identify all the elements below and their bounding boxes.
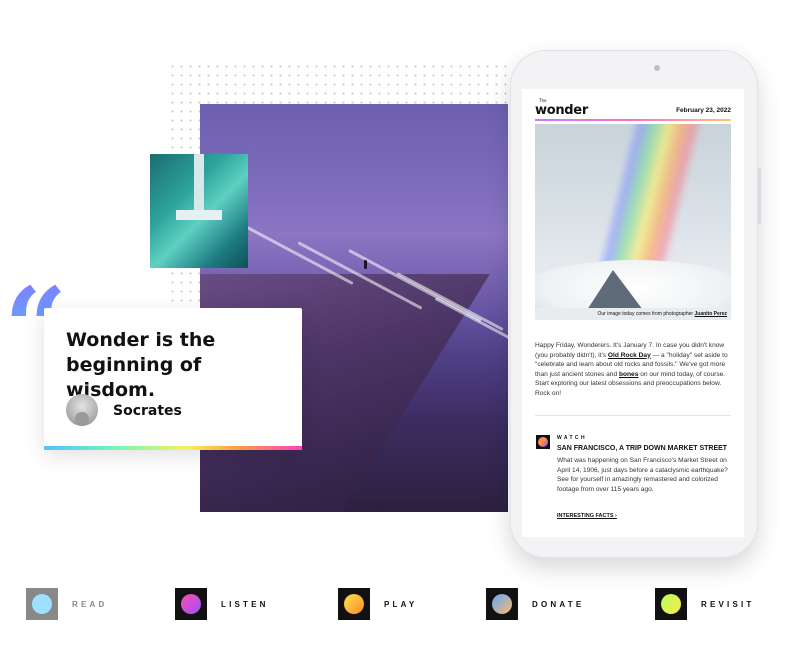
section-label: WATCH: [557, 435, 587, 441]
person-figure: [364, 260, 367, 269]
hero-caption-text: Our image today comes from photographer: [597, 311, 695, 317]
divider: [535, 415, 731, 416]
pier-aerial-image: [150, 154, 248, 268]
play-icon: [338, 588, 370, 620]
nav-label-read: READ: [72, 599, 108, 609]
old-rock-day-link[interactable]: Old Rock Day: [608, 352, 651, 359]
nav-label-donate: DONATE: [532, 599, 585, 609]
nav-item-revisit[interactable]: REVISIT: [655, 586, 755, 622]
section-title[interactable]: SAN FRANCISCO, A TRIP DOWN MARKET STREET: [557, 445, 735, 452]
camera-dot: [654, 65, 660, 71]
photographer-link[interactable]: Juanito Perez: [694, 311, 727, 317]
nav-item-donate[interactable]: DONATE: [486, 586, 584, 622]
nav-label-play: PLAY: [384, 599, 418, 609]
watch-icon: [536, 435, 550, 449]
gradient-bar: [44, 446, 302, 450]
phone-screen: The wonder February 23, 2022 Our image t…: [522, 89, 744, 537]
quote-card: Wonder is the beginning of wisdom. Socra…: [44, 308, 302, 450]
revisit-icon: [655, 588, 687, 620]
phone-mockup: The wonder February 23, 2022 Our image t…: [510, 50, 761, 558]
interesting-facts-link[interactable]: INTERESTING FACTS ›: [557, 513, 617, 519]
newsletter-logo[interactable]: wonder: [535, 103, 588, 118]
intro-paragraph: Happy Friday, Wonderers. It's January 7.…: [535, 341, 731, 399]
nav-item-read[interactable]: READ: [26, 586, 107, 622]
read-icon: [26, 588, 58, 620]
newsletter-date: February 23, 2022: [676, 107, 731, 114]
bones-link[interactable]: bones: [619, 371, 638, 378]
donate-icon: [486, 588, 518, 620]
nav-item-play[interactable]: PLAY: [338, 586, 417, 622]
section-body: What was happening on San Francisco's Ma…: [557, 457, 728, 493]
side-button: [758, 168, 761, 224]
rainbow-hero-image: Our image today comes from photographer …: [535, 124, 731, 320]
quote-text: Wonder is the beginning of wisdom.: [66, 329, 216, 401]
listen-icon: [175, 588, 207, 620]
nav-label-revisit: REVISIT: [701, 599, 755, 609]
nav-label-listen: LISTEN: [221, 599, 269, 609]
quote-author: Socrates: [113, 403, 182, 419]
newsletter-header: The wonder February 23, 2022: [535, 98, 731, 121]
avatar: [66, 394, 98, 426]
hero-caption: Our image today comes from photographer …: [535, 308, 731, 320]
category-nav: READ LISTEN PLAY DONATE REVISIT: [0, 586, 800, 626]
nav-item-listen[interactable]: LISTEN: [175, 586, 269, 622]
